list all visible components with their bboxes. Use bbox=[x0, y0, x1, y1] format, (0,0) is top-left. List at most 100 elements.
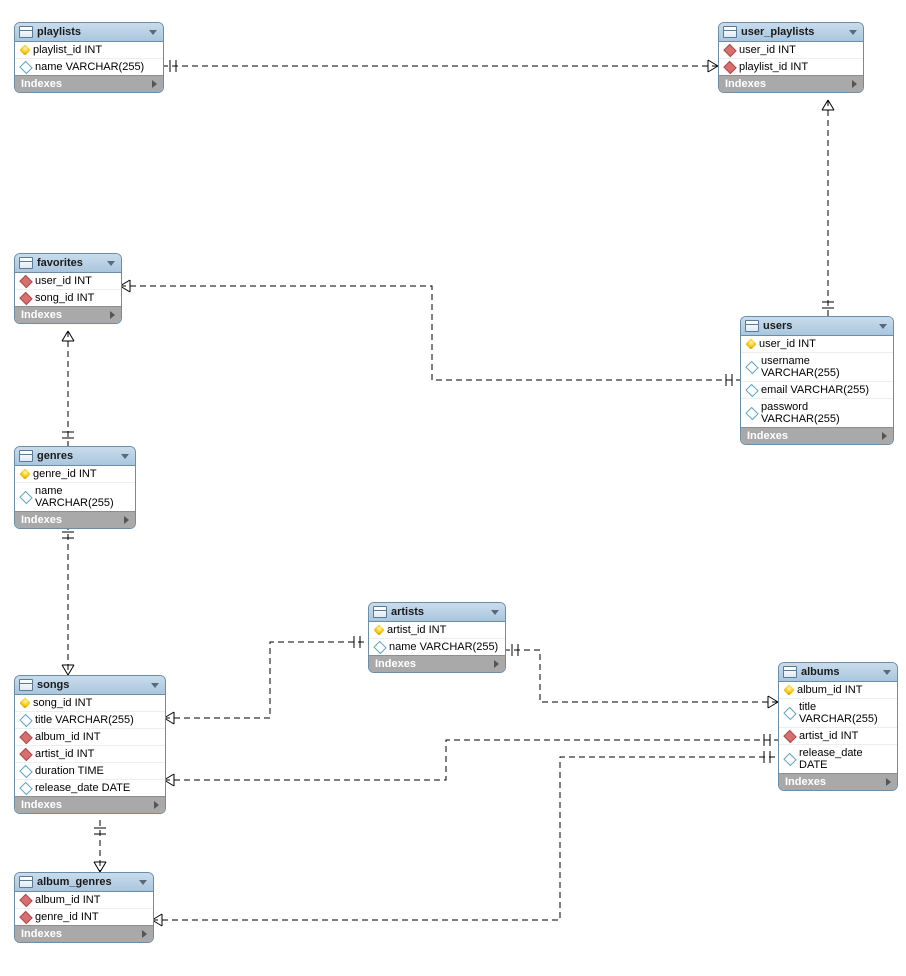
indexes-row[interactable]: Indexes bbox=[15, 75, 163, 92]
indexes-label: Indexes bbox=[21, 78, 62, 90]
indexes-row[interactable]: Indexes bbox=[369, 655, 505, 672]
field-row[interactable]: user_id INT bbox=[741, 336, 893, 352]
indexes-row[interactable]: Indexes bbox=[15, 925, 153, 942]
entity-header[interactable]: songs bbox=[15, 676, 165, 695]
collapse-triangle-icon[interactable] bbox=[139, 880, 147, 885]
foreign-key-icon bbox=[783, 729, 796, 742]
entity-title: playlists bbox=[37, 26, 81, 38]
entity-playlists[interactable]: playlists playlist_id INT name VARCHAR(255… bbox=[14, 22, 164, 93]
indexes-row[interactable]: Indexes bbox=[741, 427, 893, 444]
field-label: user_id INT bbox=[739, 44, 796, 56]
field-label: release_date DATE bbox=[799, 747, 891, 771]
field-label: username VARCHAR(255) bbox=[761, 355, 887, 379]
field-label: title VARCHAR(255) bbox=[35, 714, 134, 726]
expand-triangle-icon[interactable] bbox=[886, 778, 891, 786]
entity-body: album_id INT title VARCHAR(255) artist_id … bbox=[779, 682, 897, 773]
entity-header[interactable]: artists bbox=[369, 603, 505, 622]
indexes-row[interactable]: Indexes bbox=[15, 306, 121, 323]
collapse-triangle-icon[interactable] bbox=[879, 324, 887, 329]
entity-genres[interactable]: genres genre_id INTname VARCHAR(255) Index… bbox=[14, 446, 136, 529]
indexes-row[interactable]: Indexes bbox=[15, 511, 135, 528]
indexes-row[interactable]: Indexes bbox=[779, 773, 897, 790]
field-row[interactable]: password VARCHAR(255) bbox=[741, 398, 893, 427]
entity-users[interactable]: users user_id INT username VARCHAR(255) ema… bbox=[740, 316, 894, 445]
entity-songs[interactable]: songs song_id INT title VARCHAR(255) album_… bbox=[14, 675, 166, 814]
field-row[interactable]: user_id INT bbox=[15, 273, 121, 289]
field-row[interactable]: artist_id INT bbox=[369, 622, 505, 638]
entity-header[interactable]: playlists bbox=[15, 23, 163, 42]
indexes-label: Indexes bbox=[21, 514, 62, 526]
entity-header[interactable]: genres bbox=[15, 447, 135, 466]
field-row[interactable]: song_id INT bbox=[15, 695, 165, 711]
entity-title: user_playlists bbox=[741, 26, 814, 38]
entity-body: album_id INT genre_id INT bbox=[15, 892, 153, 925]
expand-triangle-icon[interactable] bbox=[152, 80, 157, 88]
field-row[interactable]: user_id INT bbox=[719, 42, 863, 58]
entity-user_playlists[interactable]: user_playlists user_id INT playlist_id INT… bbox=[718, 22, 864, 93]
entity-header[interactable]: album_genres bbox=[15, 873, 153, 892]
field-row[interactable]: name VARCHAR(255) bbox=[15, 482, 135, 511]
field-row[interactable]: playlist_id INT bbox=[15, 42, 163, 58]
entity-header[interactable]: albums bbox=[779, 663, 897, 682]
table-icon bbox=[19, 26, 33, 38]
expand-triangle-icon[interactable] bbox=[852, 80, 857, 88]
field-row[interactable]: song_id INT bbox=[15, 289, 121, 306]
entity-albums[interactable]: albumsalbum_id INT title VARCHAR(255) arti… bbox=[778, 662, 898, 791]
expand-triangle-icon[interactable] bbox=[110, 311, 115, 319]
collapse-triangle-icon[interactable] bbox=[491, 610, 499, 615]
entity-title: album_genres bbox=[37, 876, 112, 888]
entity-favorites[interactable]: favoritesuser_id INTsong_id INT Indexes bbox=[14, 253, 122, 324]
collapse-triangle-icon[interactable] bbox=[107, 261, 115, 266]
indexes-label: Indexes bbox=[747, 430, 788, 442]
indexes-label: Indexes bbox=[21, 309, 62, 321]
collapse-triangle-icon[interactable] bbox=[883, 670, 891, 675]
field-row[interactable]: title VARCHAR(255) bbox=[15, 711, 165, 728]
field-row[interactable]: artist_id INT bbox=[15, 745, 165, 762]
collapse-triangle-icon[interactable] bbox=[149, 30, 157, 35]
field-row[interactable]: genre_id INT bbox=[15, 908, 153, 925]
entity-title: songs bbox=[37, 679, 69, 691]
collapse-triangle-icon[interactable] bbox=[121, 454, 129, 459]
entity-header[interactable]: users bbox=[741, 317, 893, 336]
primary-key-icon bbox=[783, 684, 794, 695]
expand-triangle-icon[interactable] bbox=[882, 432, 887, 440]
field-row[interactable]: artist_id INT bbox=[779, 727, 897, 744]
field-row[interactable]: name VARCHAR(255) bbox=[369, 638, 505, 655]
entity-header[interactable]: user_playlists bbox=[719, 23, 863, 42]
field-row[interactable]: email VARCHAR(255) bbox=[741, 381, 893, 398]
field-label: album_id INT bbox=[35, 731, 100, 743]
field-row[interactable]: album_id INT bbox=[15, 892, 153, 908]
table-icon bbox=[723, 26, 737, 38]
field-row[interactable]: name VARCHAR(255) bbox=[15, 58, 163, 75]
field-row[interactable]: album_id INT bbox=[779, 682, 897, 698]
field-label: genre_id INT bbox=[35, 911, 99, 923]
expand-triangle-icon[interactable] bbox=[494, 660, 499, 668]
field-row[interactable]: duration TIME bbox=[15, 762, 165, 779]
expand-triangle-icon[interactable] bbox=[154, 801, 159, 809]
field-row[interactable]: release_date DATE bbox=[779, 744, 897, 773]
entity-header[interactable]: favorites bbox=[15, 254, 121, 273]
entity-title: users bbox=[763, 320, 792, 332]
foreign-key-icon bbox=[19, 730, 32, 743]
field-row[interactable]: album_id INT bbox=[15, 728, 165, 745]
entity-album_genres[interactable]: album_genres album_id INT genre_id INT Inde… bbox=[14, 872, 154, 943]
field-row[interactable]: playlist_id INT bbox=[719, 58, 863, 75]
indexes-row[interactable]: Indexes bbox=[15, 796, 165, 813]
field-label: album_id INT bbox=[35, 894, 100, 906]
expand-triangle-icon[interactable] bbox=[142, 930, 147, 938]
expand-triangle-icon[interactable] bbox=[124, 516, 129, 524]
entity-title: genres bbox=[37, 450, 73, 462]
field-row[interactable]: title VARCHAR(255) bbox=[779, 698, 897, 727]
attribute-icon bbox=[783, 752, 796, 765]
indexes-row[interactable]: Indexes bbox=[719, 75, 863, 92]
field-row[interactable]: release_date DATE bbox=[15, 779, 165, 796]
collapse-triangle-icon[interactable] bbox=[151, 683, 159, 688]
field-row[interactable]: username VARCHAR(255) bbox=[741, 352, 893, 381]
collapse-triangle-icon[interactable] bbox=[849, 30, 857, 35]
entity-artists[interactable]: artists artist_id INT name VARCHAR(255)Ind… bbox=[368, 602, 506, 673]
primary-key-icon bbox=[745, 338, 756, 349]
field-row[interactable]: genre_id INT bbox=[15, 466, 135, 482]
field-label: title VARCHAR(255) bbox=[799, 701, 891, 725]
field-label: artist_id INT bbox=[387, 624, 446, 636]
field-label: playlist_id INT bbox=[33, 44, 102, 56]
